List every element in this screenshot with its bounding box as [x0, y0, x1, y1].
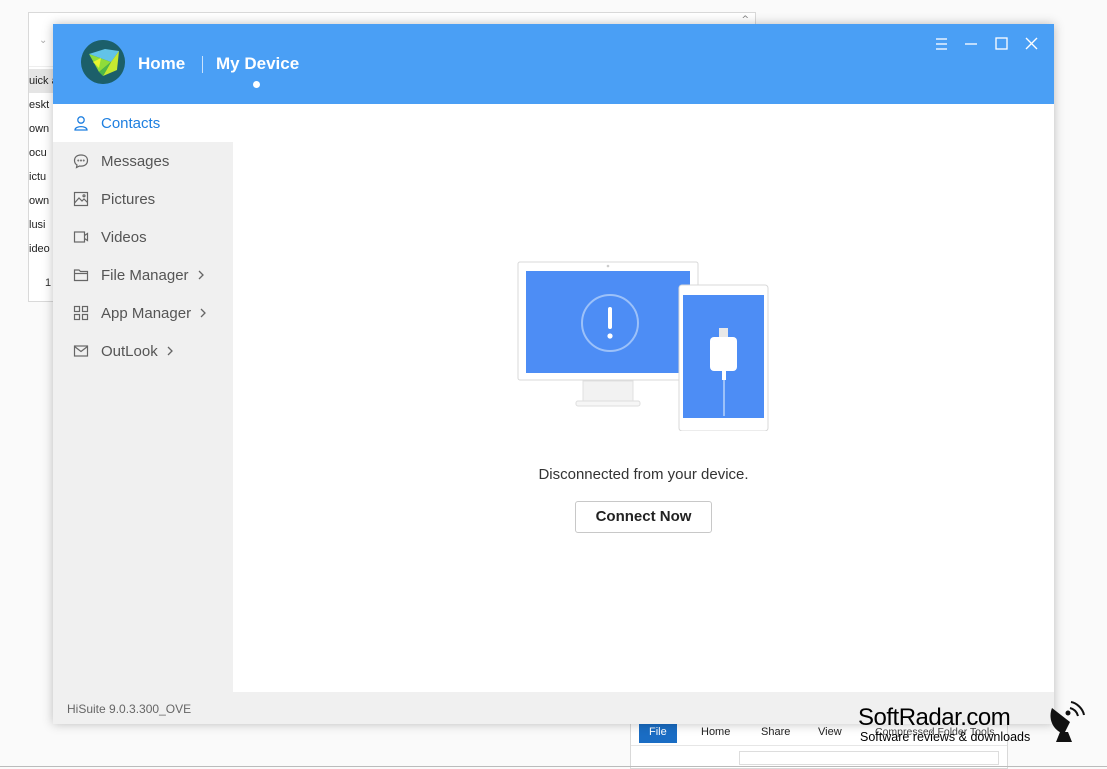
sidebar-item-label: Pictures [101, 190, 156, 208]
close-icon[interactable] [1019, 34, 1043, 54]
sidebar-item-label: OutLook [101, 342, 158, 360]
nav-separator [202, 56, 203, 73]
mail-icon [72, 342, 90, 360]
contacts-icon [72, 114, 90, 132]
chevron-right-icon [199, 307, 207, 319]
nav-home-tab[interactable]: Home [138, 54, 185, 74]
title-bar: Home My Device [53, 24, 1054, 104]
videos-icon [72, 228, 90, 246]
address-bar [739, 751, 999, 765]
sidebar-item-contacts[interactable]: Contacts [53, 104, 233, 142]
sidebar-item-messages[interactable]: Messages [53, 142, 233, 180]
menu-icon[interactable] [929, 34, 953, 54]
chevron-right-icon [166, 345, 174, 357]
watermark-subtitle: Software reviews & downloads [860, 730, 1031, 744]
chevron-down-icon: ⌄ [39, 35, 48, 46]
minimize-icon[interactable] [959, 34, 983, 54]
sidebar-item-pictures[interactable]: Pictures [53, 180, 233, 218]
sidebar-item-label: App Manager [101, 304, 192, 322]
sidebar-item-videos[interactable]: Videos [53, 218, 233, 256]
app-grid-icon [72, 304, 90, 322]
version-label: HiSuite 9.0.3.300_OVE [67, 702, 192, 716]
disconnected-illustration [517, 261, 769, 432]
chevron-right-icon [197, 269, 205, 281]
ribbon-tab-view: View [818, 726, 842, 738]
sidebar-item-label: Videos [101, 228, 147, 246]
desktop: ⌄ ^ uick a eskt own ocu ictu own lusi id… [0, 0, 1107, 769]
divider [0, 766, 1107, 767]
sidebar: Contacts Messages Pictures Videos File M… [53, 104, 233, 692]
ribbon-tab-file: File [639, 721, 677, 743]
hisuite-logo [81, 40, 125, 84]
disconnected-message: Disconnected from your device. [538, 466, 749, 483]
active-tab-indicator [253, 81, 260, 88]
sidebar-item-file-manager[interactable]: File Manager [53, 256, 233, 294]
ribbon-tab-share: Share [761, 726, 791, 738]
sidebar-item-label: Messages [101, 152, 170, 170]
sidebar-item-label: File Manager [101, 266, 189, 284]
background-item-count: 1 [45, 277, 52, 289]
nav-my-device-tab[interactable]: My Device [216, 54, 299, 74]
satellite-dish-icon [1046, 700, 1086, 744]
sidebar-item-label: Contacts [101, 114, 161, 132]
sidebar-item-outlook[interactable]: OutLook [53, 332, 233, 370]
watermark-title: SoftRadar.com [858, 704, 1011, 731]
folder-icon [72, 266, 90, 284]
messages-icon [72, 152, 90, 170]
sidebar-item-app-manager[interactable]: App Manager [53, 294, 233, 332]
pictures-icon [72, 190, 90, 208]
main-content: Disconnected from your device. Connect N… [233, 104, 1054, 692]
ribbon-tab-home: Home [701, 726, 731, 738]
maximize-icon[interactable] [989, 34, 1013, 54]
connect-now-button[interactable]: Connect Now [575, 501, 712, 533]
hisuite-window: Home My Device Contacts Messages Picture… [53, 24, 1054, 724]
